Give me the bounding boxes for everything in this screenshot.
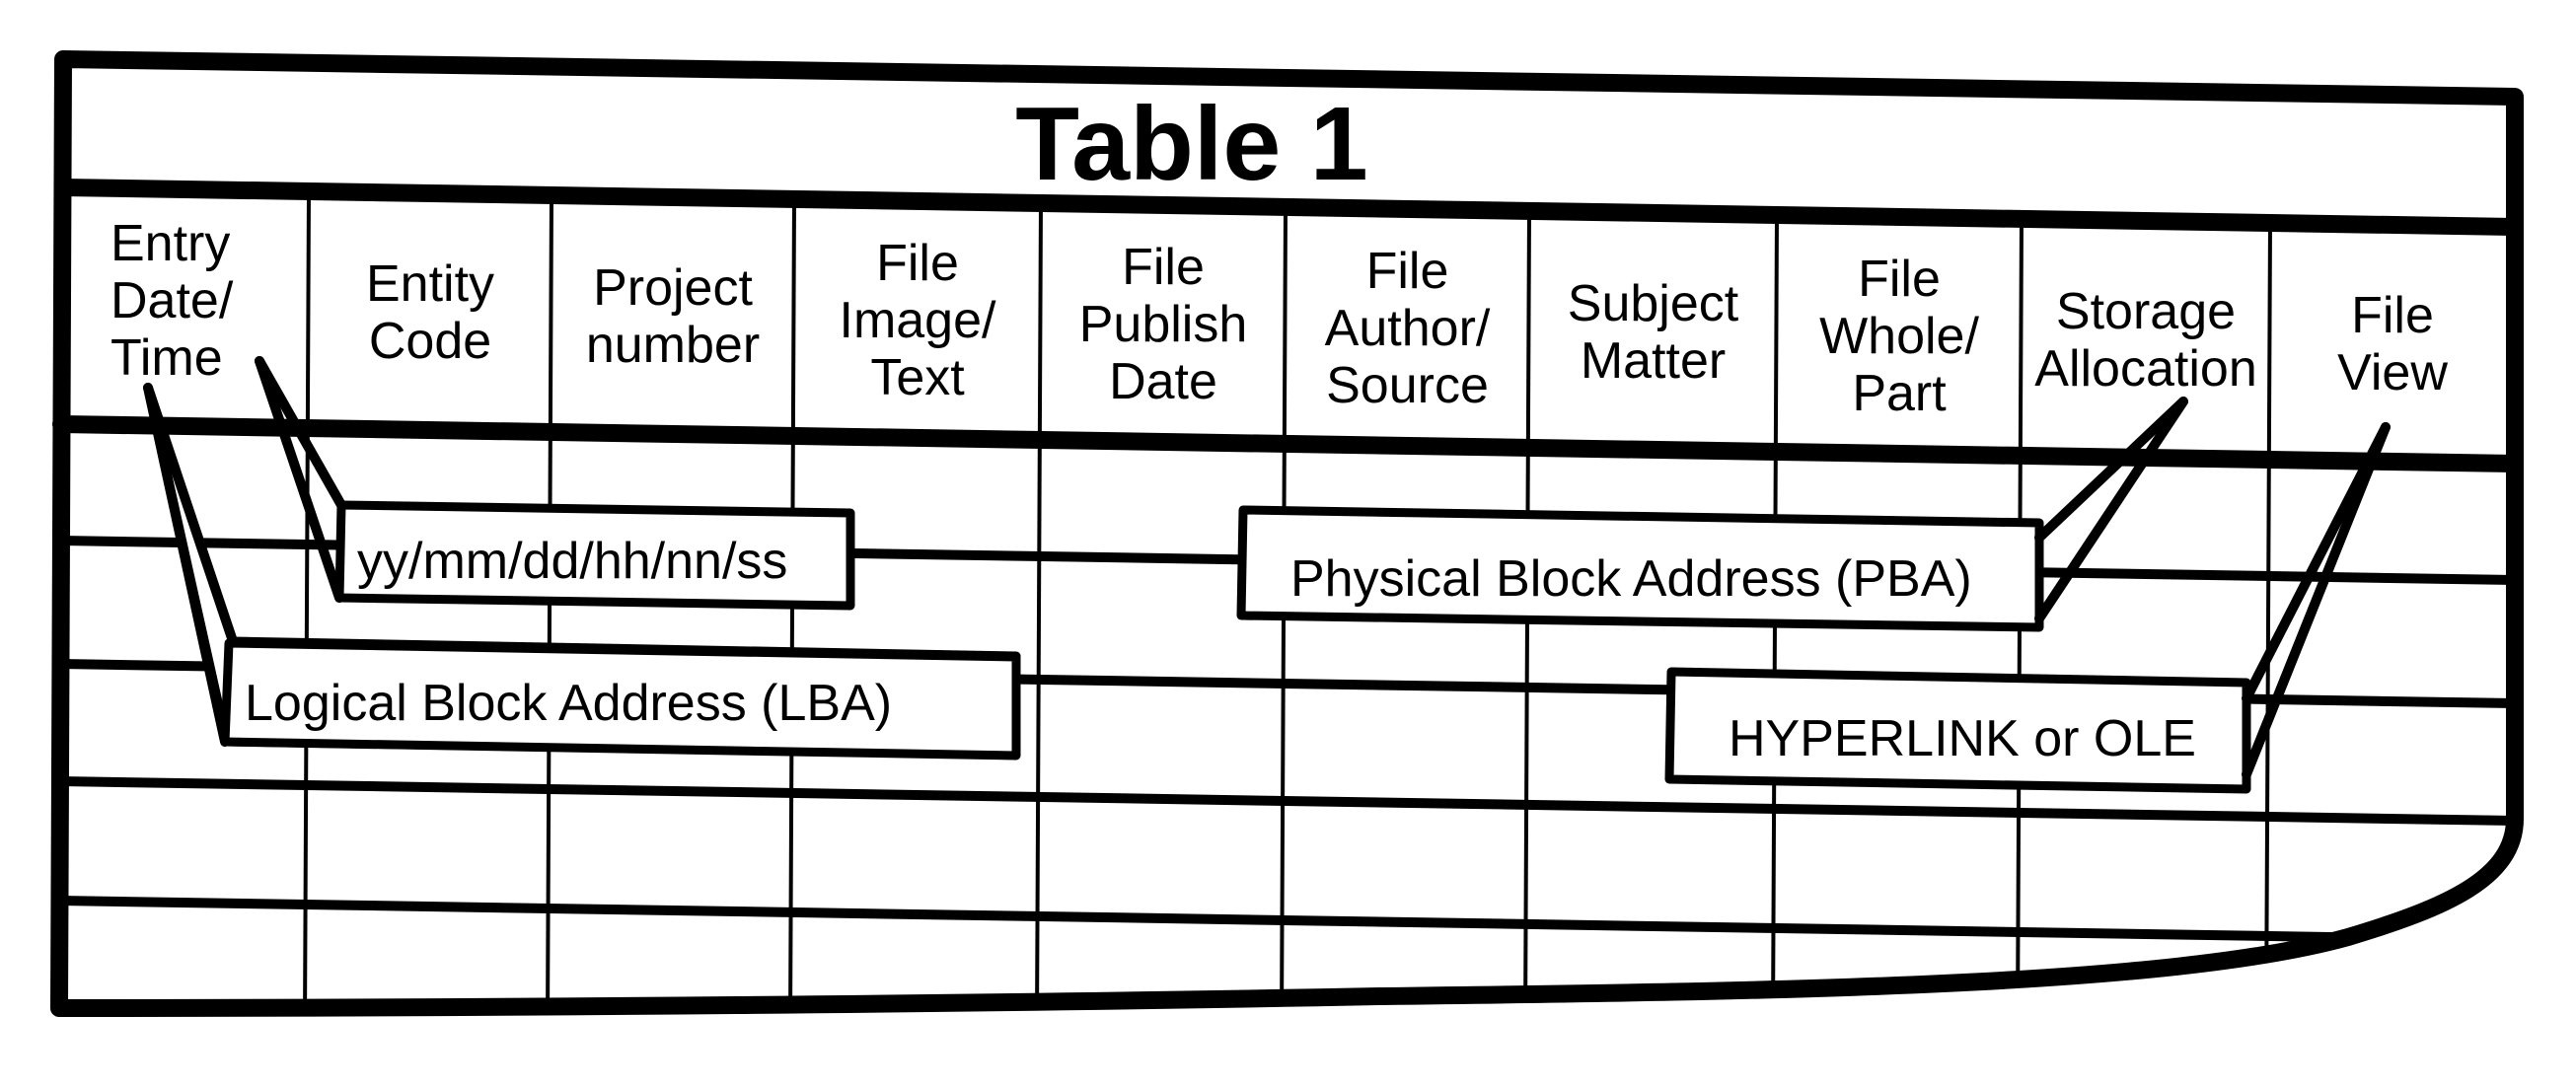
column-header-line: Image/ — [840, 292, 997, 349]
column-header-line: Text — [870, 349, 965, 406]
column-header-line: View — [2337, 344, 2448, 401]
hyperlink-label: HYPERLINK or OLE — [1729, 710, 2196, 767]
column-header-line: Publish — [1079, 296, 1248, 353]
column-header-line: Date/ — [110, 272, 234, 329]
column-header-project-number: Projectnumber — [586, 259, 760, 374]
column-header-entity-code: EntityCode — [366, 255, 494, 370]
column-header-line: Source — [1326, 357, 1489, 414]
column-header-storage-allocation: StorageAllocation — [2034, 283, 2256, 398]
lba-label: Logical Block Address (LBA) — [245, 675, 892, 732]
table-1-diagram: Table 1 EntryDate/Time EntityCode Projectn… — [0, 0, 2576, 1088]
column-header-line: Storage — [2056, 283, 2236, 340]
column-header-line: Entry — [110, 215, 230, 272]
pba-label: Physical Block Address (PBA) — [1290, 550, 1972, 608]
column-header-entry-date-time: EntryDate/Time — [110, 215, 234, 387]
date-format-label: yy/mm/dd/hh/nn/ss — [357, 533, 787, 590]
column-header-line: Allocation — [2034, 340, 2256, 398]
table-title: Table 1 — [1015, 86, 1367, 202]
column-header-line: number — [586, 317, 760, 374]
column-header-line: Subject — [1568, 275, 1739, 332]
column-header-file-view: FileView — [2337, 287, 2448, 401]
column-header-line: File — [1122, 239, 1205, 296]
column-header-line: File — [876, 235, 959, 292]
column-header-line: File — [1858, 251, 1941, 308]
column-header-line: Time — [110, 329, 223, 387]
column-header-line: Date — [1109, 353, 1217, 410]
column-header-line: Project — [593, 259, 753, 317]
column-header-line: Matter — [1581, 332, 1726, 390]
column-header-line: Part — [1852, 365, 1947, 422]
column-header-line: File — [1366, 243, 1449, 300]
column-header-line: Entity — [366, 255, 494, 313]
column-header-subject-matter: SubjectMatter — [1568, 275, 1739, 390]
column-header-line: Author/ — [1325, 300, 1491, 357]
column-header-line: Whole/ — [1819, 308, 1979, 365]
column-header-line: Code — [369, 313, 491, 370]
column-header-line: File — [2351, 287, 2434, 344]
